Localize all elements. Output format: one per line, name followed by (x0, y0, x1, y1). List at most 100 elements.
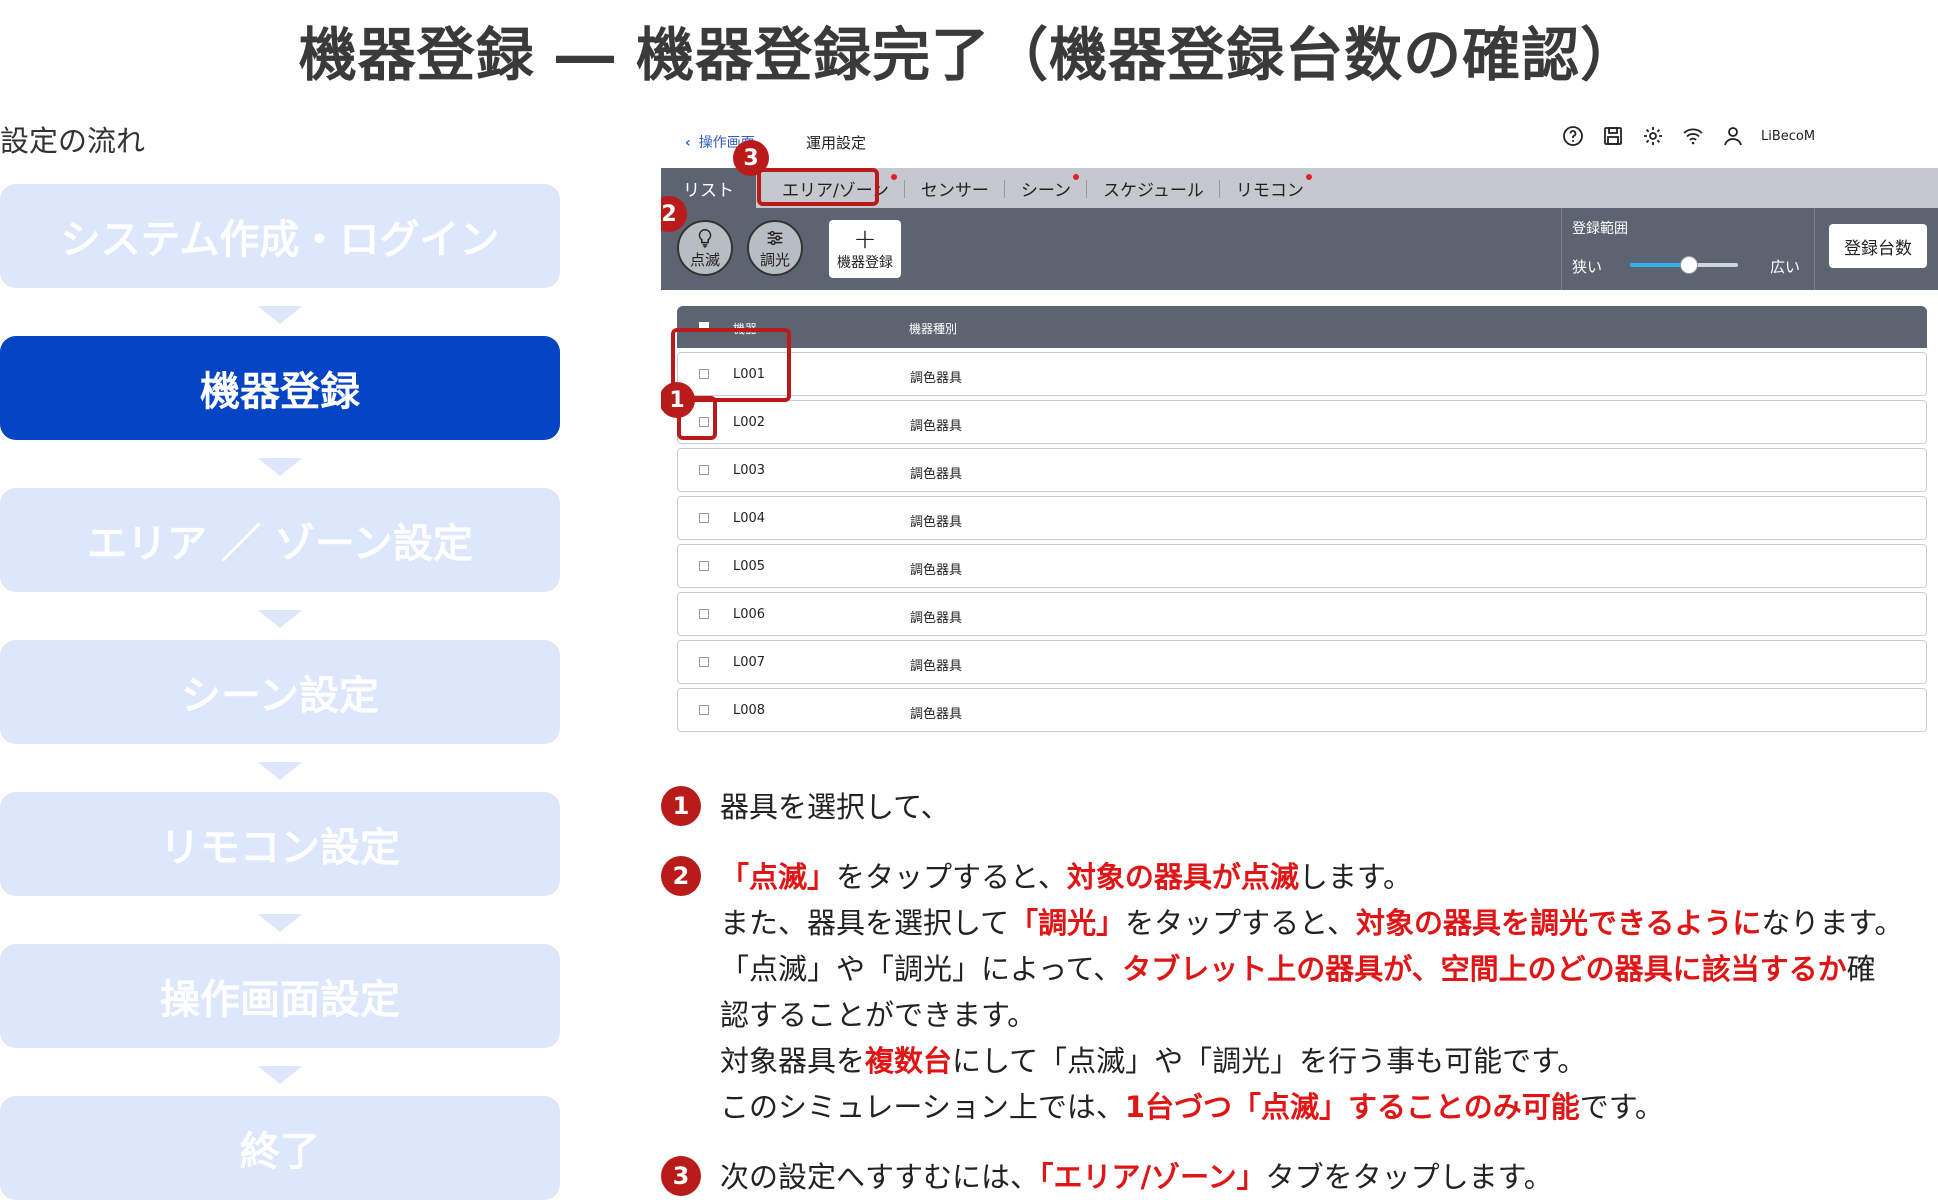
dim-button[interactable]: 調光 (747, 220, 803, 276)
sliders-icon (767, 230, 783, 245)
row-checkbox[interactable] (699, 657, 709, 667)
chevron-left-icon: ‹ (685, 135, 691, 151)
plus-icon: + (853, 222, 877, 255)
flow-arrow (258, 1066, 302, 1084)
table-row[interactable]: L001 調色器具 (677, 352, 1927, 396)
range-max-label: 広い (1769, 258, 1800, 276)
highlight-area-zone-tab (757, 168, 879, 206)
page-title: 機器登録 ― 機器登録完了（機器登録台数の確認） (298, 21, 1640, 89)
cell-type: 調色器具 (910, 515, 963, 530)
flow-label: 設定の流れ (0, 124, 146, 158)
note-2-line-5: 対象器具を複数台にして「点滅」や「調光」を行う事も可能です。 (720, 1038, 1586, 1084)
tab-sensor-label: センサー (920, 180, 989, 201)
flow-step-system-login: システム作成・ログイン (0, 184, 560, 288)
cell-device: L006 (733, 607, 766, 622)
row-checkbox[interactable] (699, 513, 709, 523)
cell-type: 調色器具 (910, 611, 963, 626)
note-text: タブをタップします。 (1265, 1160, 1553, 1194)
tab-remote[interactable]: リモコン (1220, 168, 1320, 208)
note-text: また、器具を選択して (720, 906, 1010, 940)
row-checkbox[interactable] (699, 705, 709, 715)
flow-step-screen: 操作画面設定 (0, 944, 560, 1048)
column-type: 機器種別 (909, 322, 958, 336)
cell-device: L003 (733, 463, 766, 478)
cell-type: 調色器具 (910, 707, 963, 722)
note-2-line-6: このシミュレーション上では、1台づつ「点滅」することのみ可能です。 (720, 1084, 1664, 1130)
note-emphasis: 「エリア/ゾーン」 (1039, 1160, 1266, 1194)
header-title: 運用設定 (806, 134, 867, 152)
range-title: 登録範囲 (1572, 221, 1628, 237)
cell-type: 調色器具 (910, 371, 963, 386)
tab-remote-label: リモコン (1235, 180, 1304, 201)
tab-sensor[interactable]: センサー (905, 168, 1005, 208)
note-2-emphasis: 対象の器具が点滅 (1066, 860, 1299, 894)
cell-device: L002 (733, 415, 766, 430)
app-screenshot: ‹ 操作画面 運用設定 LiBecoM リスト エリア/ゾーン センサー シーン … (661, 118, 1938, 758)
note-text: 確 (1846, 952, 1876, 986)
add-device-button[interactable]: + 機器登録 (829, 220, 901, 278)
table-row[interactable]: L006 調色器具 (677, 592, 1927, 636)
cell-type: 調色器具 (910, 467, 963, 482)
registered-count-button[interactable]: 登録台数 (1829, 224, 1927, 268)
range-min-label: 狭い (1572, 258, 1603, 276)
header-icons: LiBecoM (1561, 124, 1815, 148)
note-2-line-3: 「点滅」や「調光」によって、タブレット上の器具が、空間上のどの器具に該当するか確 (720, 946, 1876, 992)
cell-type: 調色器具 (910, 419, 963, 434)
row-checkbox[interactable] (699, 609, 709, 619)
note-2-emphasis: 「点滅」 (720, 860, 837, 894)
note-text: 次の設定へすすむには、 (720, 1160, 1040, 1194)
flow-arrow (258, 306, 302, 324)
note-emphasis: 「調光」 (1009, 906, 1126, 940)
tab-scene-label: シーン (1020, 180, 1072, 201)
note-marker-1: 1 (661, 786, 701, 826)
row-checkbox[interactable] (699, 465, 709, 475)
note-1-text: 器具を選択して、 (720, 790, 950, 824)
note-marker-3: 3 (661, 1156, 701, 1196)
add-device-label: 機器登録 (837, 255, 893, 271)
note-1: 器具を選択して、 (720, 784, 950, 830)
note-2-text: をタップすると、 (836, 860, 1067, 894)
cell-device: L005 (733, 559, 766, 574)
row-checkbox[interactable] (699, 561, 709, 571)
note-2-text: します。 (1298, 860, 1412, 894)
cell-type: 調色器具 (910, 659, 963, 674)
user-name: LiBecoM (1761, 128, 1816, 144)
gear-icon[interactable] (1641, 124, 1665, 148)
save-icon[interactable] (1601, 124, 1625, 148)
table-row[interactable]: L008 調色器具 (677, 688, 1927, 732)
note-text: 「点滅」や「調光」によって、 (720, 952, 1123, 986)
flow-arrow (258, 610, 302, 628)
cell-type: 調色器具 (910, 563, 963, 578)
range-control: 登録範囲 狭い 広い (1561, 208, 1815, 290)
table-row[interactable]: L004 調色器具 (677, 496, 1927, 540)
help-icon[interactable] (1561, 124, 1585, 148)
cell-device: L004 (733, 511, 766, 526)
flow-arrow (258, 458, 302, 476)
note-text: をタップすると、 (1125, 906, 1356, 940)
device-table: 機器 機器種別 L001 調色器具 L002 調色器具 L003 調色器具 L004 調色器具… (677, 306, 1927, 732)
note-text: なります。 (1761, 906, 1904, 940)
table-row[interactable]: L002 調色器具 (677, 400, 1927, 444)
table-header: 機器 機器種別 (677, 306, 1927, 348)
cell-device: L008 (733, 703, 766, 718)
tab-schedule-label: スケジュール (1103, 180, 1204, 201)
annotation-marker-3: 3 (733, 140, 769, 176)
note-2-line-2: また、器具を選択して「調光」をタップすると、対象の器具を調光できるようになります… (720, 900, 1904, 946)
flow-step-scene: シーン設定 (0, 640, 560, 744)
tab-schedule[interactable]: スケジュール (1087, 168, 1220, 208)
range-slider-knob[interactable] (1680, 256, 1699, 274)
note-marker-2: 2 (661, 856, 701, 896)
table-row[interactable]: L005 調色器具 (677, 544, 1927, 588)
flow-step-device-registration: 機器登録 (0, 336, 560, 440)
user-icon[interactable] (1721, 124, 1745, 148)
flow-step-end: 終了 (0, 1096, 560, 1200)
table-row[interactable]: L007 調色器具 (677, 640, 1927, 684)
blink-button[interactable]: 点滅 (677, 220, 733, 276)
wifi-icon[interactable] (1681, 124, 1705, 148)
blink-label: 点滅 (689, 250, 720, 269)
tab-scene[interactable]: シーン (1005, 168, 1088, 208)
table-row[interactable]: L003 調色器具 (677, 448, 1927, 492)
note-2-line-1: 「点滅」をタップすると、対象の器具が点滅します。 (720, 854, 1412, 900)
toolbar: 点滅 調光 + 機器登録 登録範囲 狭い 広い 登録台数 (661, 208, 1938, 290)
range-slider[interactable] (1630, 256, 1738, 274)
